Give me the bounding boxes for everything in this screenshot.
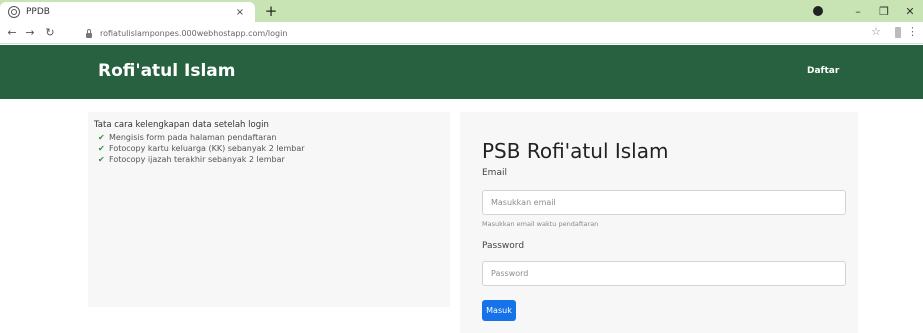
bookmark-star-icon[interactable]: ☆ — [871, 25, 881, 38]
requirements-list: ✔ Mengisis form pada halaman pendaftaran… — [98, 132, 305, 165]
close-window-button[interactable]: ✕ — [897, 5, 923, 18]
register-link[interactable]: Daftar — [807, 66, 839, 76]
browser-tabstrip: PPDB × + – ❐ ✕ — [0, 0, 923, 22]
profile-icon[interactable] — [813, 6, 823, 16]
check-icon: ✔ — [98, 155, 105, 164]
globe-icon — [8, 6, 20, 18]
email-field[interactable] — [482, 190, 846, 215]
window-controls: – ❐ ✕ — [813, 0, 923, 22]
email-label: Email — [482, 168, 507, 178]
url-text: rofiatulislamponpes.000webhostapp.com/lo… — [100, 28, 288, 38]
list-item-text: Mengisis form pada halaman pendaftaran — [109, 133, 277, 142]
forward-arrow-icon[interactable]: → — [22, 25, 38, 41]
login-card: PSB Rofi'atul Islam Email Masukkan email… — [460, 112, 858, 333]
instructions-heading: Tata cara kelengkapan data setelah login — [94, 120, 269, 130]
email-help-text: Masukkan email waktu pendaftaran — [482, 220, 599, 228]
instructions-panel: Tata cara kelengkapan data setelah login… — [88, 112, 450, 307]
new-tab-button[interactable]: + — [262, 3, 280, 19]
list-item-text: Fotocopy ijazah terakhir sebanyak 2 lemb… — [109, 155, 285, 164]
extension-icon[interactable] — [895, 27, 901, 38]
reload-icon[interactable]: ↻ — [42, 25, 58, 41]
list-item: ✔ Fotocopy kartu keluarga (KK) sebanyak … — [98, 143, 305, 154]
login-button[interactable]: Masuk — [482, 300, 516, 321]
password-label: Password — [482, 241, 525, 251]
list-item: ✔ Fotocopy ijazah terakhir sebanyak 2 le… — [98, 154, 305, 165]
browser-toolbar: ← → ↻ rofiatulislamponpes.000webhostapp.… — [0, 22, 923, 44]
form-title: PSB Rofi'atul Islam — [482, 139, 669, 163]
site-header: Rofi'atul Islam Daftar — [0, 45, 923, 99]
browser-menu-icon[interactable]: ⋮ — [907, 25, 918, 38]
list-item: ✔ Mengisis form pada halaman pendaftaran — [98, 132, 305, 143]
browser-tab[interactable]: PPDB × — [0, 2, 255, 22]
back-arrow-icon[interactable]: ← — [4, 25, 20, 41]
check-icon: ✔ — [98, 133, 105, 142]
site-brand[interactable]: Rofi'atul Islam — [98, 61, 235, 81]
minimize-button[interactable]: – — [845, 5, 871, 18]
check-icon: ✔ — [98, 144, 105, 153]
maximize-button[interactable]: ❐ — [871, 5, 897, 18]
list-item-text: Fotocopy kartu keluarga (KK) sebanyak 2 … — [109, 144, 305, 153]
password-field[interactable] — [482, 261, 846, 286]
tab-title: PPDB — [26, 7, 50, 17]
tab-close-icon[interactable]: × — [233, 7, 247, 18]
address-bar[interactable]: rofiatulislamponpes.000webhostapp.com/lo… — [86, 25, 886, 41]
lock-icon — [86, 28, 92, 38]
